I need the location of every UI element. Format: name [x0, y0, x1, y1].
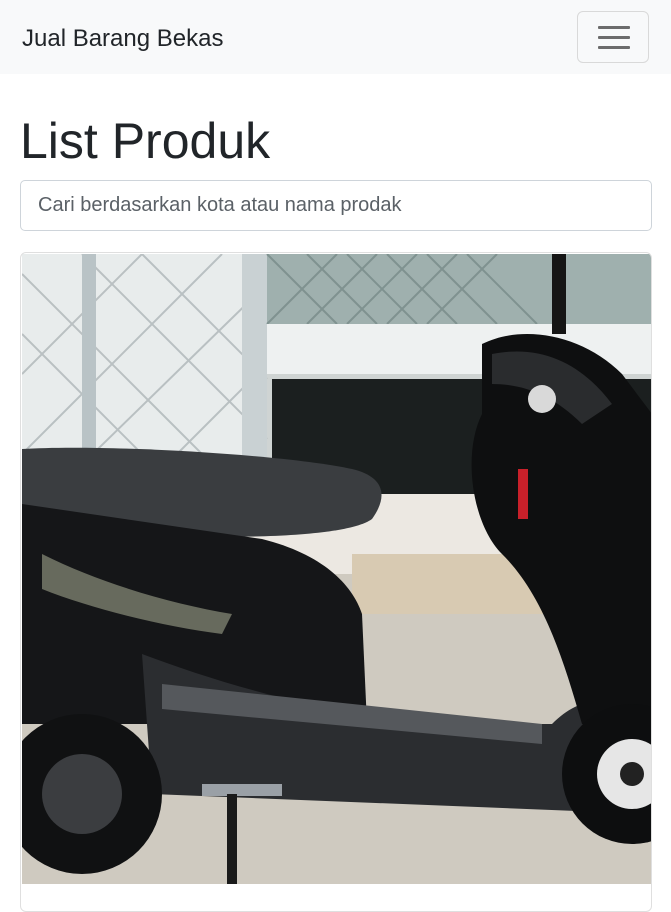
navbar-toggler-button[interactable] — [577, 11, 649, 63]
top-navbar: Jual Barang Bekas — [0, 0, 671, 74]
product-image[interactable] — [22, 254, 651, 884]
page-title: List Produk — [20, 113, 271, 169]
navbar-brand[interactable]: Jual Barang Bekas — [22, 24, 223, 54]
search-input[interactable] — [20, 180, 652, 231]
product-card[interactable] — [20, 252, 652, 912]
